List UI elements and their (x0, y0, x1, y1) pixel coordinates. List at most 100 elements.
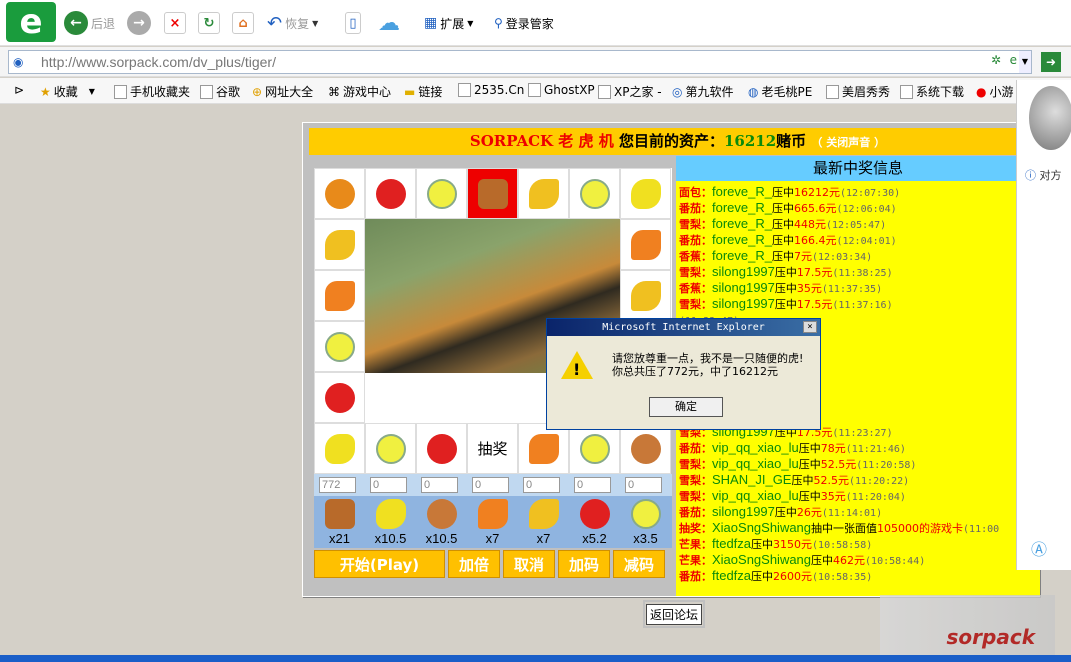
bet-option-peach[interactable]: x10.5 (416, 496, 467, 548)
bet-option-carrot[interactable]: x7 (467, 496, 518, 548)
winner-mid: 压中 (751, 570, 774, 583)
winner-amt: 448元 (793, 218, 826, 231)
dialog-title: Microsoft Internet Explorer × (547, 319, 820, 336)
favorite-item[interactable]: 谷歌 (200, 83, 240, 100)
bet-option-apple[interactable]: x3.5 (620, 496, 671, 548)
winner-mid: 压中 (798, 458, 821, 471)
bet-inputs (314, 474, 672, 496)
page-icon (900, 84, 913, 99)
winner-row: 雪梨：vip_qq_xiao_lu压中35元(11:20:04) (679, 488, 906, 504)
add-bet-button[interactable]: 加码 (558, 550, 610, 578)
winner-time: (11:20:58) (856, 460, 917, 471)
slot-cell (518, 423, 569, 474)
winner-item: 番茄： (679, 442, 712, 455)
url-field[interactable]: ◉ http://www.sorpack.com/dv_plus/tiger/ … (8, 50, 1032, 74)
favorite-item[interactable]: XP之家 - (598, 83, 662, 100)
bet-input-peach[interactable] (421, 477, 458, 493)
winner-amt: 52.5元 (820, 458, 857, 471)
multiplier-label: x21 (329, 531, 350, 546)
refresh-button[interactable]: ↻ (198, 10, 220, 36)
favorite-item[interactable]: ★ 收藏 ▼ (40, 83, 95, 100)
browser-toolbar: e ← 后退 → × ↻ ⌂ ↶ 恢复 ▼ ▯ ☁ ▦ 扩展 ▼ ⚲ 登录管家 (0, 0, 1071, 46)
stop-button[interactable]: × (164, 10, 186, 36)
cancel-button[interactable]: 取消 (503, 550, 555, 578)
warning-mark: ! (573, 360, 581, 379)
bet-option-lemon[interactable]: x10.5 (365, 496, 416, 548)
winner-amt: 17.5元 (796, 266, 833, 279)
winner-user: XiaoSngShiwang (712, 552, 812, 567)
winner-time: (11:14:01) (821, 508, 883, 519)
favorite-item[interactable]: 手机收藏夹 (114, 83, 190, 100)
favorite-item[interactable]: ⊕ 网址大全 (252, 83, 313, 100)
bet-input-apple[interactable] (625, 477, 662, 493)
bet-input-carrot[interactable] (472, 477, 509, 493)
avatar (1029, 86, 1071, 150)
slot-cell (620, 219, 671, 270)
cloud-button[interactable]: ☁ (378, 10, 400, 36)
favorite-item[interactable]: 系统下载 (900, 83, 964, 100)
go-button[interactable]: ➜ (1041, 52, 1061, 72)
multiplier-label: x10.5 (374, 531, 407, 546)
favorite-item[interactable]: 美眉秀秀 (826, 83, 890, 100)
winner-item: 雪梨： (679, 266, 712, 279)
home-button[interactable]: ⌂ (232, 10, 254, 36)
winner-row: 雪梨：silong1997压中17.5元(11:38:25) (679, 264, 893, 280)
phone-button[interactable]: ▯ (345, 10, 361, 36)
slot-cell (365, 168, 416, 219)
favorite-item[interactable]: GhostXP (528, 83, 595, 97)
dialog-message: 请您放尊重一点，我不是一只随便的虎! 你总共压了772元，中了16212元 (612, 352, 803, 378)
favorite-item[interactable]: ● 小游 (976, 83, 1014, 100)
winner-row: 雪梨：vip_qq_xiao_lu压中52.5元(11:20:58) (679, 456, 916, 472)
bet-input-lemon[interactable] (370, 477, 407, 493)
url-dropdown-icon[interactable]: ▼ (1019, 51, 1031, 73)
winner-time: (12:05:47) (825, 220, 887, 231)
favorite-item[interactable]: 2535.Cn (458, 83, 524, 97)
start-button[interactable]: 开始(Play) (314, 550, 445, 578)
bet-input-bread[interactable] (319, 477, 356, 493)
winner-row: 番茄：foreve_R_压中166.4元(12:04:01) (679, 232, 897, 248)
close-icon[interactable]: × (803, 321, 817, 333)
bet-input-banana[interactable] (523, 477, 560, 493)
bet-input-tomato[interactable] (574, 477, 611, 493)
mute-sound-link[interactable]: （ 关闭声音 ） (811, 136, 885, 149)
favorite-label: GhostXP (544, 83, 595, 97)
restore-button[interactable]: ↶ 恢复 ▼ (267, 10, 318, 36)
carrot-icon (528, 433, 559, 464)
winner-item: 香蕉： (679, 250, 712, 263)
reduce-bet-button[interactable]: 减码 (613, 550, 665, 578)
favorite-item[interactable]: ◎ 第九软件 (672, 83, 734, 100)
favorite-label: XP之家 - (614, 85, 662, 99)
winner-row: 抽奖：XiaoSngShiwang抽中一张面值105000的游戏卡(11:00 (679, 520, 999, 536)
bet-option-tomato[interactable]: x5.2 (569, 496, 620, 548)
favorite-item[interactable]: ◍ 老毛桃PE (748, 83, 812, 100)
double-button[interactable]: 加倍 (448, 550, 500, 578)
favorite-item[interactable]: ▬ 链接 (404, 83, 442, 100)
favorite-label: 收藏 (53, 85, 78, 99)
forward-button[interactable]: → (127, 10, 151, 36)
winner-user: silong1997 (712, 264, 775, 279)
ok-button[interactable]: 确定 (649, 397, 723, 417)
translate-icon[interactable]: Ⓐ (1031, 536, 1047, 560)
winner-time: (11:21:46) (845, 444, 906, 455)
login-manager-button[interactable]: ⚲ 登录管家 (494, 10, 554, 36)
currency-label: 赌币 (776, 132, 807, 150)
bet-option-bread[interactable]: x21 (314, 496, 365, 548)
carrot-icon (324, 280, 355, 311)
back-button[interactable]: ← 后退 (64, 10, 115, 36)
bread-icon (477, 178, 508, 209)
expand-icon[interactable]: ⊳ (14, 83, 24, 97)
winner-mid: 压中 (791, 474, 814, 487)
taskbar (0, 655, 1071, 662)
winner-time: (11:20:22) (848, 476, 910, 487)
winner-row: 番茄：ftedfza压中2600元(10:58:35) (679, 568, 872, 584)
slot-cell (620, 168, 671, 219)
winner-row: 雪梨：silong1997压中17.5元(11:37:16) (679, 296, 893, 312)
bet-option-banana[interactable]: x7 (518, 496, 569, 548)
back-to-forum-button[interactable]: 返回论坛 (643, 600, 705, 628)
side-panel: ⓘ 对方 Ⓐ (1016, 80, 1071, 570)
winner-time: (10:58:35) (812, 572, 873, 583)
favorite-item[interactable]: ⌘ 游戏中心 (328, 83, 391, 100)
favorite-label: 老毛桃PE (761, 85, 813, 99)
extend-button[interactable]: ▦ 扩展 ▼ (424, 10, 473, 36)
tomato-icon (426, 433, 457, 464)
